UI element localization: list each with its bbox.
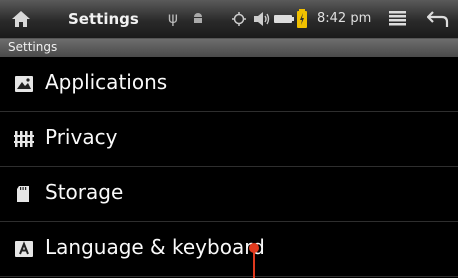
- back-icon[interactable]: [427, 10, 449, 28]
- settings-subheader: Settings: [0, 39, 458, 57]
- annotation-marker-line: [253, 252, 255, 278]
- volume-icon: [254, 12, 270, 26]
- android-debug-icon: [194, 13, 202, 23]
- gps-icon: [232, 12, 246, 26]
- storage-icon: [17, 186, 29, 202]
- statusbar-title: Settings: [68, 10, 139, 28]
- subheader-title: Settings: [8, 40, 58, 54]
- applications-icon: [15, 76, 33, 92]
- settings-item-label: Applications: [45, 70, 168, 94]
- home-icon[interactable]: [10, 9, 32, 29]
- clock: 8:42 pm: [317, 11, 372, 26]
- privacy-icon: [14, 131, 34, 147]
- settings-item-label: Storage: [45, 180, 124, 204]
- settings-list: Applications Privacy Storage Language & …: [0, 57, 458, 277]
- settings-item-label: Privacy: [45, 125, 118, 149]
- settings-item-privacy[interactable]: Privacy: [0, 112, 458, 167]
- language-keyboard-icon: [15, 241, 33, 257]
- charging-icon: [297, 9, 307, 28]
- settings-item-storage[interactable]: Storage: [0, 167, 458, 222]
- battery-icon: [274, 15, 294, 23]
- settings-item-applications[interactable]: Applications: [0, 57, 458, 112]
- usb-icon: ψ: [168, 9, 178, 27]
- settings-item-label: Language & keyboard: [45, 235, 265, 259]
- settings-item-language-keyboard[interactable]: Language & keyboard: [0, 222, 458, 277]
- menu-icon[interactable]: [389, 11, 406, 26]
- status-bar: Settings ψ 8:42 pm: [0, 0, 458, 39]
